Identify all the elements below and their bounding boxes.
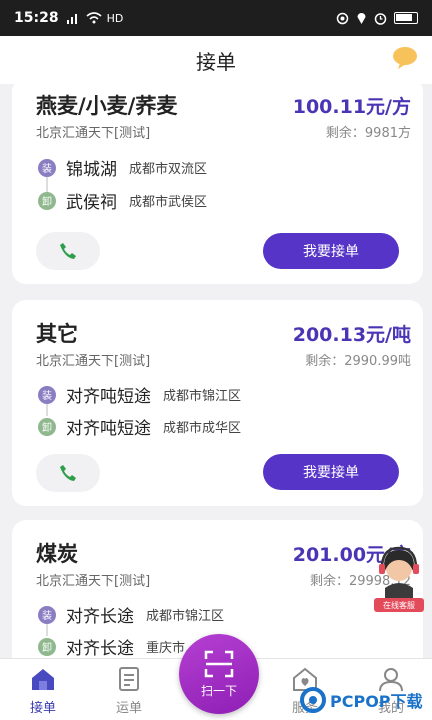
watermark-logo-icon (300, 687, 326, 713)
tab-orders[interactable]: 接单 (8, 665, 78, 716)
goods-name: 其它 (36, 322, 78, 346)
load-location: 装 对齐吨短途 成都市锦江区 (38, 382, 241, 407)
order-card[interactable]: 燕麦/小麦/荞麦 北京汇通天下[测试] 100.11元/方 剩余：9981方 装… (12, 84, 423, 284)
status-time: 15:28 (14, 10, 59, 26)
load-place: 对齐吨短途 (66, 387, 151, 407)
home-icon (32, 669, 54, 690)
phone-icon (60, 465, 76, 481)
accept-order-button[interactable]: 我要接单 (263, 454, 399, 490)
unload-tag: 卸 (38, 417, 56, 436)
unload-tag: 卸 (38, 191, 56, 210)
customer-service-icon (379, 546, 419, 598)
shipper-company: 北京汇通天下[测试] (36, 126, 151, 141)
battery-icon (394, 12, 418, 24)
unload-place: 武侯祠 (66, 193, 117, 213)
accept-order-button[interactable]: 我要接单 (263, 233, 399, 269)
load-place: 锦城湖 (66, 160, 117, 180)
call-button[interactable] (36, 454, 100, 492)
customer-service-button[interactable]: 在线客服 (370, 544, 428, 612)
load-district: 成都市锦江区 (146, 609, 225, 624)
unload-location: 卸 对齐长途 重庆市... (38, 634, 197, 658)
unit-price: 100.11元/方 (292, 96, 411, 118)
signal-icon (66, 14, 77, 24)
call-button[interactable] (36, 232, 100, 270)
scan-icon (204, 650, 234, 677)
signal-indicators: HD (66, 11, 124, 25)
status-right (336, 11, 418, 25)
load-location: 装 对齐长途 成都市锦江区 (38, 602, 224, 627)
remaining-quantity: 剩余：2990.99吨 (305, 354, 411, 369)
shipper-company: 北京汇通天下[测试] (36, 354, 151, 369)
tab-label: 运单 (115, 701, 142, 716)
order-card[interactable]: 其它 北京汇通天下[测试] 200.13元/吨 剩余：2990.99吨 装 对齐… (12, 300, 423, 506)
unload-district: 成都市成华区 (163, 421, 242, 436)
goods-name: 煤炭 (36, 542, 78, 566)
scan-label: 扫一下 (200, 683, 237, 698)
tab-label: 接单 (29, 701, 56, 716)
wifi-icon (86, 12, 102, 24)
settings-status-icon (336, 12, 349, 24)
remaining-quantity: 剩余：9981方 (325, 126, 411, 141)
load-tag: 装 (38, 605, 56, 624)
page-header: 接单 (0, 36, 432, 84)
unit-price: 200.13元/吨 (292, 324, 411, 346)
unload-tag: 卸 (38, 637, 56, 656)
watermark: PCPOP下载 (300, 680, 432, 720)
chat-bubble-icon[interactable] (392, 46, 418, 70)
goods-name: 燕麦/小麦/荞麦 (36, 94, 178, 118)
load-location: 装 锦城湖 成都市双流区 (38, 155, 207, 180)
tab-waybill[interactable]: 运单 (94, 665, 164, 716)
phone-icon (60, 243, 76, 259)
scan-button[interactable]: 扫一下 (179, 634, 259, 714)
watermark-text: PCPOP下载 (330, 692, 423, 711)
unload-district: 成都市武侯区 (129, 195, 208, 210)
load-tag: 装 (38, 158, 56, 177)
hd-indicator: HD (106, 11, 124, 25)
load-district: 成都市双流区 (129, 162, 208, 177)
load-tag: 装 (38, 385, 56, 404)
alarm-icon (374, 12, 387, 25)
load-place: 对齐长途 (66, 607, 134, 627)
customer-service-label: 在线客服 (374, 598, 424, 612)
unload-place: 对齐长途 (66, 639, 134, 658)
unload-location: 卸 对齐吨短途 成都市成华区 (38, 414, 241, 439)
location-icon (357, 13, 366, 24)
page-title: 接单 (196, 49, 236, 74)
status-bar: 15:28 HD (0, 0, 432, 36)
waybill-icon (119, 667, 139, 691)
load-district: 成都市锦江区 (163, 389, 242, 404)
shipper-company: 北京汇通天下[测试] (36, 574, 151, 589)
unload-location: 卸 武侯祠 成都市武侯区 (38, 188, 207, 213)
order-list[interactable]: 燕麦/小麦/荞麦 北京汇通天下[测试] 100.11元/方 剩余：9981方 装… (0, 84, 432, 658)
unload-place: 对齐吨短途 (66, 419, 151, 439)
